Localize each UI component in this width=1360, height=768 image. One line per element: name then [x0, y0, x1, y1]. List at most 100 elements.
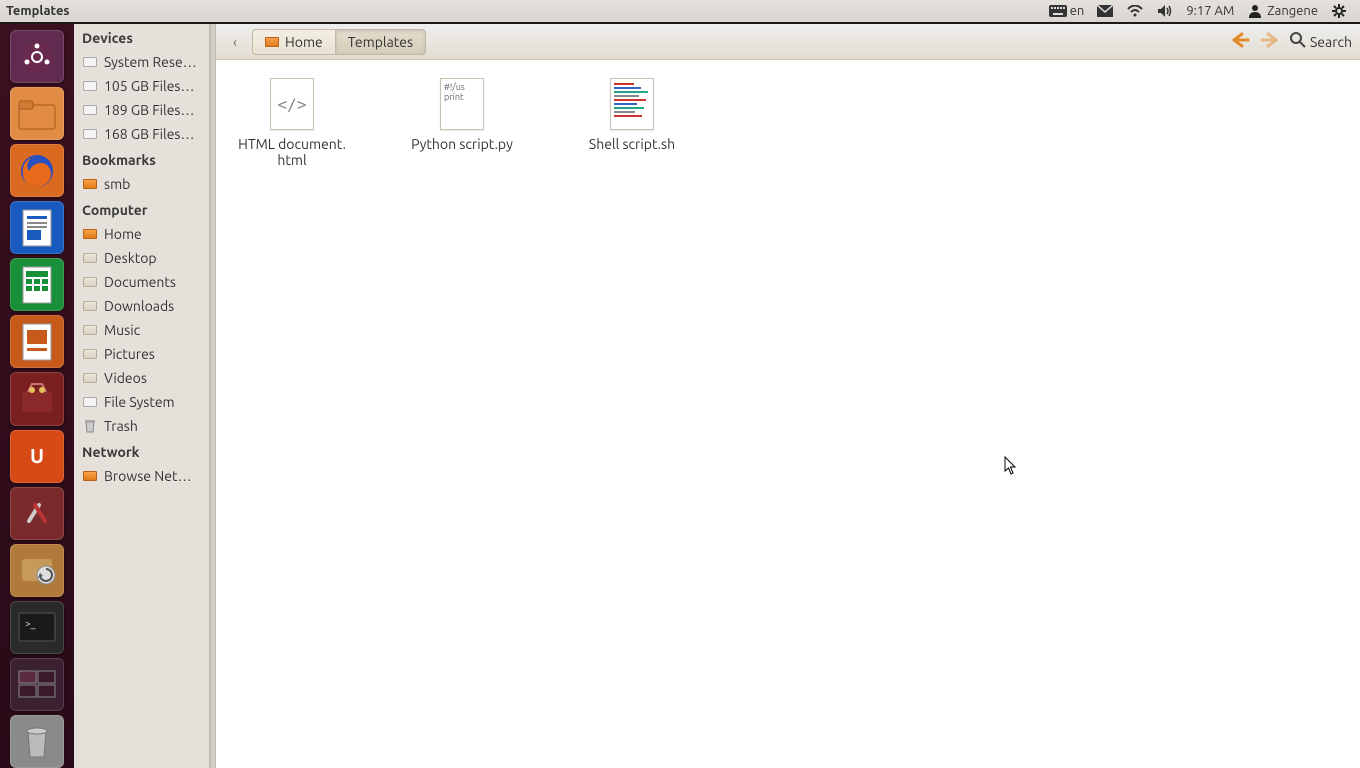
file-name: Python script.py: [411, 136, 513, 152]
launcher-ubuntu-one[interactable]: U: [10, 430, 64, 483]
launcher-trash[interactable]: [10, 715, 64, 768]
folder-icon: [82, 346, 98, 362]
sidebar-section-network: Network: [74, 438, 209, 464]
user-icon: [1246, 4, 1264, 18]
sidebar-item-label: Trash: [104, 418, 138, 434]
sidebar-item-label: 105 GB Files…: [104, 78, 194, 94]
launcher-settings[interactable]: [10, 487, 64, 540]
sound-indicator[interactable]: [1150, 4, 1180, 18]
breadcrumb-label: Templates: [348, 34, 413, 50]
icon-view[interactable]: </>HTML document.​html #!/usprintPython s…: [216, 60, 1360, 186]
pathbar-back-icon[interactable]: ‹: [224, 34, 246, 50]
svg-text:>_: >_: [25, 618, 36, 629]
folder-icon: [265, 37, 279, 47]
sidebar-item-downloads[interactable]: Downloads: [74, 294, 209, 318]
folder-icon: [82, 226, 98, 242]
nav-back-button[interactable]: [1230, 32, 1250, 52]
launcher-workspace[interactable]: [10, 658, 64, 711]
sidebar-item-fs105[interactable]: 105 GB Files…: [74, 74, 209, 98]
drive-icon: [82, 78, 98, 94]
drive-icon: [82, 54, 98, 70]
sidebar-item-label: Browse Net…: [104, 468, 192, 484]
mail-icon: [1096, 4, 1114, 18]
launcher-software-center[interactable]: [10, 372, 64, 425]
svg-text:U: U: [30, 444, 44, 467]
sidebar-item-label: Videos: [104, 370, 147, 386]
nav-forward-button[interactable]: [1260, 32, 1280, 52]
sidebar-item-documents[interactable]: Documents: [74, 270, 209, 294]
file-name: HTML document.​html: [232, 136, 352, 168]
top-panel: Templates en 9:17 AM Zangene: [0, 0, 1360, 24]
launcher-writer[interactable]: [10, 201, 64, 254]
keyboard-indicator[interactable]: en: [1043, 4, 1091, 18]
launcher-impress[interactable]: [10, 315, 64, 368]
clock-indicator[interactable]: 9:17 AM: [1180, 4, 1240, 18]
drive-icon: [82, 102, 98, 118]
folder-icon: [82, 274, 98, 290]
sidebar-item-label: 168 GB Files…: [104, 126, 194, 142]
sidebar-section-bookmarks: Bookmarks: [74, 146, 209, 172]
launcher-calc[interactable]: [10, 258, 64, 311]
sidebar-item-label: Desktop: [104, 250, 157, 266]
sidebar-item-label: smb: [104, 176, 130, 192]
breadcrumb-home[interactable]: Home: [252, 29, 335, 55]
file-item[interactable]: </>HTML document.​html: [232, 78, 352, 168]
file-name: Shell script.sh: [589, 136, 675, 152]
sidebar-item-music[interactable]: Music: [74, 318, 209, 342]
sidebar-item-pictures[interactable]: Pictures: [74, 342, 209, 366]
drive-icon: [82, 126, 98, 142]
sidebar-item-filesystem[interactable]: File System: [74, 390, 209, 414]
sidebar-item-fs189[interactable]: 189 GB Files…: [74, 98, 209, 122]
user-indicator[interactable]: Zangene: [1240, 4, 1324, 18]
keyboard-layout-label: en: [1070, 4, 1085, 18]
main-pane: ‹ Home Templates Search </>HTML document.…: [216, 24, 1360, 768]
app-title: Templates: [6, 4, 70, 18]
sidebar-item-desktop[interactable]: Desktop: [74, 246, 209, 270]
search-button[interactable]: Search: [1290, 32, 1352, 51]
unity-launcher: U >_: [0, 24, 74, 768]
search-label: Search: [1310, 34, 1352, 50]
sidebar-item-fs168[interactable]: 168 GB Files…: [74, 122, 209, 146]
folder-icon: [82, 250, 98, 266]
sidebar-section-devices: Devices: [74, 24, 209, 50]
sidebar-item-label: Downloads: [104, 298, 174, 314]
sidebar-item-trash[interactable]: Trash: [74, 414, 209, 438]
gear-icon: [1330, 4, 1348, 18]
search-icon: [1290, 32, 1306, 51]
folder-icon: [82, 298, 98, 314]
sidebar-item-label: Home: [104, 226, 142, 242]
volume-icon: [1156, 4, 1174, 18]
sidebar-section-computer: Computer: [74, 196, 209, 222]
breadcrumb-label: Home: [285, 34, 323, 50]
breadcrumb-templates[interactable]: Templates: [335, 29, 426, 55]
session-indicator[interactable]: [1324, 4, 1354, 18]
user-name: Zangene: [1267, 4, 1318, 18]
sidebar-item-label: Pictures: [104, 346, 155, 362]
keyboard-icon: [1049, 4, 1067, 18]
sidebar-item-sysres[interactable]: System Rese…: [74, 50, 209, 74]
sidebar-item-browse-net[interactable]: Browse Net…: [74, 464, 209, 488]
launcher-firefox[interactable]: [10, 144, 64, 197]
launcher-terminal[interactable]: >_: [10, 601, 64, 654]
trash-icon: [82, 418, 98, 434]
sidebar-item-smb[interactable]: smb: [74, 172, 209, 196]
wifi-icon: [1126, 4, 1144, 18]
clock-text: 9:17 AM: [1186, 4, 1234, 18]
launcher-nautilus[interactable]: [10, 87, 64, 140]
mail-indicator[interactable]: [1090, 4, 1120, 18]
places-sidebar: Devices System Rese… 105 GB Files… 189 GB F…: [74, 24, 210, 768]
file-item[interactable]: #!/usprintPython script.py: [402, 78, 522, 152]
launcher-dash[interactable]: [10, 30, 64, 83]
sidebar-item-home[interactable]: Home: [74, 222, 209, 246]
network-indicator[interactable]: [1120, 4, 1150, 18]
sidebar-item-label: File System: [104, 394, 175, 410]
file-item[interactable]: Shell script.sh: [572, 78, 692, 152]
file-manager: Devices System Rese… 105 GB Files… 189 GB F…: [74, 24, 1360, 768]
launcher-software-updater[interactable]: [10, 544, 64, 597]
folder-icon: [82, 322, 98, 338]
sidebar-item-label: Music: [104, 322, 140, 338]
folder-icon: [82, 468, 98, 484]
sidebar-item-label: System Rese…: [104, 54, 197, 70]
path-bar: ‹ Home Templates Search: [216, 24, 1360, 60]
sidebar-item-videos[interactable]: Videos: [74, 366, 209, 390]
